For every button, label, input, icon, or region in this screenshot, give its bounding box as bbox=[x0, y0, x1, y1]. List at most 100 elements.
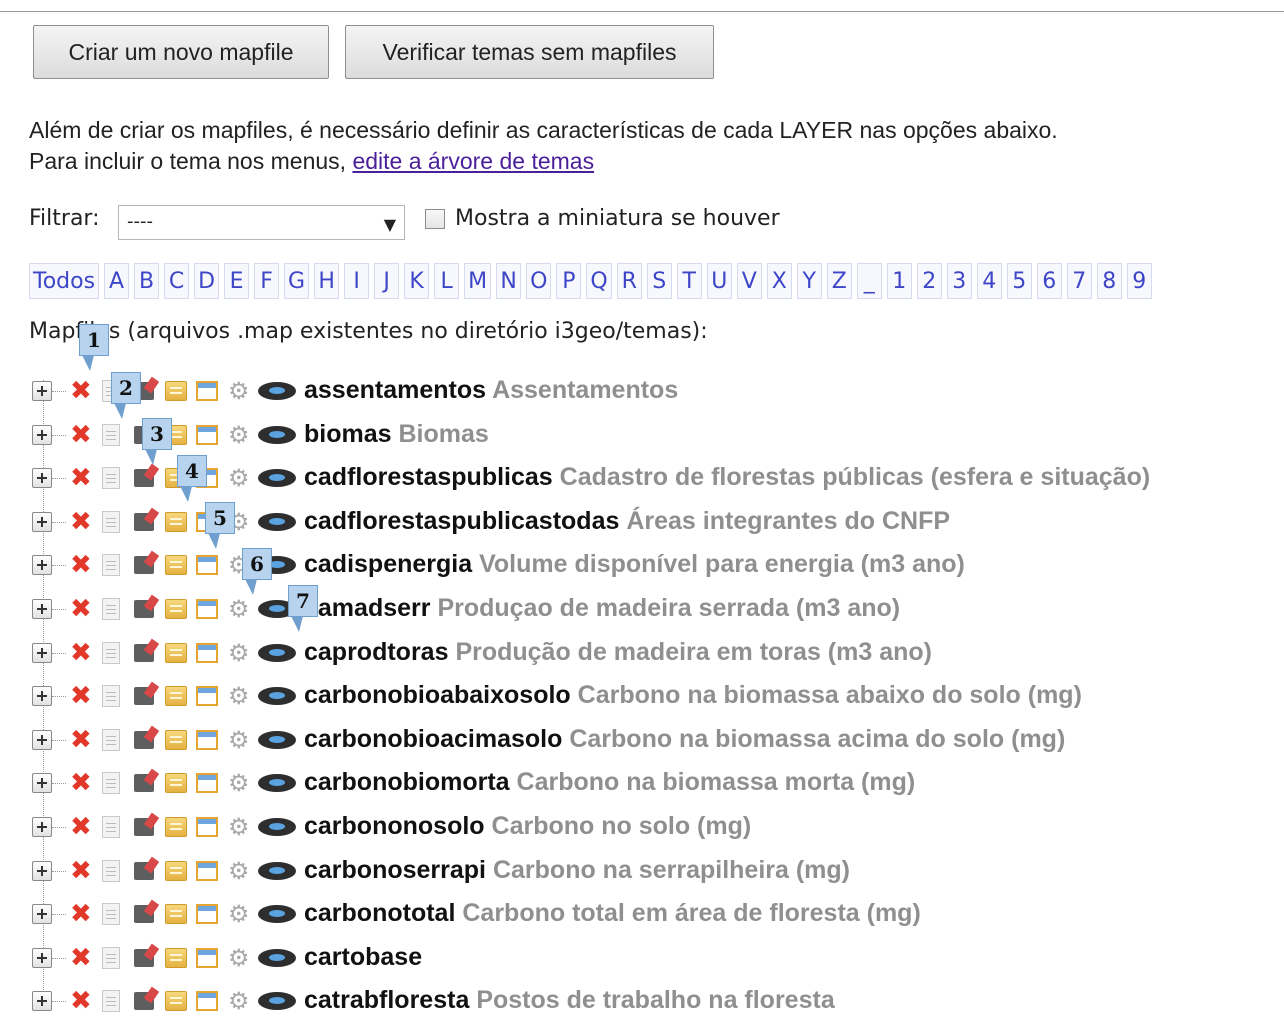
edit-icon[interactable] bbox=[134, 643, 154, 662]
expand-icon[interactable] bbox=[32, 991, 52, 1012]
table-icon[interactable] bbox=[196, 729, 218, 750]
edit-icon[interactable] bbox=[134, 817, 154, 836]
expand-icon[interactable] bbox=[32, 904, 52, 925]
cloud-icon[interactable] bbox=[258, 905, 296, 924]
delete-icon[interactable]: ✖ bbox=[70, 465, 94, 491]
letter-filter-b[interactable]: B bbox=[134, 263, 160, 299]
table-icon[interactable] bbox=[196, 642, 218, 663]
cloud-icon[interactable] bbox=[258, 948, 296, 967]
delete-icon[interactable]: ✖ bbox=[70, 640, 94, 666]
letter-filter-p[interactable]: P bbox=[556, 263, 582, 299]
document-icon[interactable] bbox=[102, 597, 120, 620]
edit-icon[interactable] bbox=[134, 687, 154, 706]
document-icon[interactable] bbox=[102, 685, 120, 708]
expand-icon[interactable] bbox=[32, 555, 52, 576]
document-icon[interactable] bbox=[102, 467, 120, 490]
delete-icon[interactable]: ✖ bbox=[70, 770, 94, 796]
edit-icon[interactable] bbox=[134, 512, 154, 531]
document-icon[interactable] bbox=[102, 510, 120, 533]
layer-icon[interactable] bbox=[165, 947, 187, 968]
edit-icon[interactable] bbox=[134, 861, 154, 880]
expand-icon[interactable] bbox=[32, 686, 52, 707]
cloud-icon[interactable] bbox=[258, 382, 296, 400]
table-icon[interactable] bbox=[196, 860, 218, 881]
cloud-icon[interactable] bbox=[258, 730, 296, 749]
gear-icon[interactable]: ⚙ bbox=[228, 946, 252, 970]
document-icon[interactable] bbox=[102, 946, 120, 969]
delete-icon[interactable]: ✖ bbox=[70, 509, 94, 535]
letter-filter-f[interactable]: F bbox=[254, 263, 280, 299]
table-icon[interactable] bbox=[196, 686, 218, 707]
layer-icon[interactable] bbox=[165, 642, 187, 663]
cloud-icon[interactable] bbox=[258, 774, 296, 793]
letter-filter-s[interactable]: S bbox=[646, 263, 672, 299]
document-icon[interactable] bbox=[102, 772, 120, 795]
edit-icon[interactable] bbox=[134, 992, 154, 1011]
letter-filter-6[interactable]: 6 bbox=[1036, 263, 1062, 299]
expand-icon[interactable] bbox=[32, 424, 52, 445]
table-icon[interactable] bbox=[196, 816, 218, 837]
layer-icon[interactable] bbox=[165, 686, 187, 707]
table-icon[interactable] bbox=[196, 947, 218, 968]
expand-icon[interactable] bbox=[32, 468, 52, 489]
expand-icon[interactable] bbox=[32, 947, 52, 968]
delete-icon[interactable]: ✖ bbox=[70, 727, 94, 753]
letter-filter-k[interactable]: K bbox=[404, 263, 430, 299]
edit-icon[interactable] bbox=[134, 599, 154, 618]
layer-icon[interactable] bbox=[165, 816, 187, 837]
expand-icon[interactable] bbox=[32, 598, 52, 619]
letter-filter-a[interactable]: A bbox=[104, 263, 130, 299]
letter-filter-u[interactable]: U bbox=[706, 263, 732, 299]
edit-theme-tree-link[interactable]: edite a árvore de temas bbox=[352, 148, 594, 174]
layer-icon[interactable] bbox=[165, 729, 187, 750]
edit-icon[interactable] bbox=[134, 905, 154, 924]
delete-icon[interactable]: ✖ bbox=[70, 858, 94, 884]
cloud-icon[interactable] bbox=[258, 643, 296, 662]
gear-icon[interactable]: ⚙ bbox=[228, 641, 252, 665]
gear-icon[interactable]: ⚙ bbox=[228, 771, 252, 795]
letter-filter-v[interactable]: V bbox=[736, 263, 762, 299]
edit-icon[interactable] bbox=[134, 556, 154, 575]
cloud-icon[interactable] bbox=[258, 687, 296, 706]
letter-filter-x[interactable]: X bbox=[766, 263, 792, 299]
document-icon[interactable] bbox=[102, 728, 120, 751]
edit-icon[interactable] bbox=[134, 469, 154, 488]
delete-icon[interactable]: ✖ bbox=[70, 901, 94, 927]
create-mapfile-button[interactable]: Criar um novo mapfile bbox=[33, 25, 329, 79]
letter-filter-j[interactable]: J bbox=[374, 263, 400, 299]
verify-themes-button[interactable]: Verificar temas sem mapfiles bbox=[345, 25, 714, 79]
delete-icon[interactable]: ✖ bbox=[70, 552, 94, 578]
edit-icon[interactable] bbox=[134, 774, 154, 793]
document-icon[interactable] bbox=[102, 815, 120, 838]
letter-filter-c[interactable]: C bbox=[164, 263, 190, 299]
table-icon[interactable] bbox=[196, 555, 218, 576]
table-icon[interactable] bbox=[196, 598, 218, 619]
letter-filter-5[interactable]: 5 bbox=[1006, 263, 1032, 299]
gear-icon[interactable]: ⚙ bbox=[228, 902, 252, 926]
delete-icon[interactable]: ✖ bbox=[70, 988, 94, 1014]
letter-filter-z[interactable]: Z bbox=[826, 263, 852, 299]
letter-filter-2[interactable]: 2 bbox=[916, 263, 942, 299]
letter-filter-m[interactable]: M bbox=[464, 263, 492, 299]
gear-icon[interactable]: ⚙ bbox=[228, 423, 252, 447]
table-icon[interactable] bbox=[196, 773, 218, 794]
gear-icon[interactable]: ⚙ bbox=[228, 684, 252, 708]
letter-filter-4[interactable]: 4 bbox=[976, 263, 1002, 299]
layer-icon[interactable] bbox=[165, 511, 187, 532]
expand-icon[interactable] bbox=[32, 773, 52, 794]
letter-filter-1[interactable]: 1 bbox=[886, 263, 912, 299]
thumbnail-checkbox[interactable] bbox=[425, 209, 445, 229]
letter-filter-q[interactable]: Q bbox=[586, 263, 612, 299]
expand-icon[interactable] bbox=[32, 511, 52, 532]
delete-icon[interactable]: ✖ bbox=[70, 945, 94, 971]
letter-filter-7[interactable]: 7 bbox=[1066, 263, 1092, 299]
layer-icon[interactable] bbox=[165, 555, 187, 576]
cloud-icon[interactable] bbox=[258, 861, 296, 880]
letter-filter-underscore[interactable]: _ bbox=[856, 263, 882, 299]
delete-icon[interactable]: ✖ bbox=[70, 683, 94, 709]
cloud-icon[interactable] bbox=[258, 425, 296, 444]
gear-icon[interactable]: ⚙ bbox=[228, 859, 252, 883]
layer-icon[interactable] bbox=[165, 860, 187, 881]
letter-filter-h[interactable]: H bbox=[314, 263, 340, 299]
expand-icon[interactable] bbox=[32, 816, 52, 837]
